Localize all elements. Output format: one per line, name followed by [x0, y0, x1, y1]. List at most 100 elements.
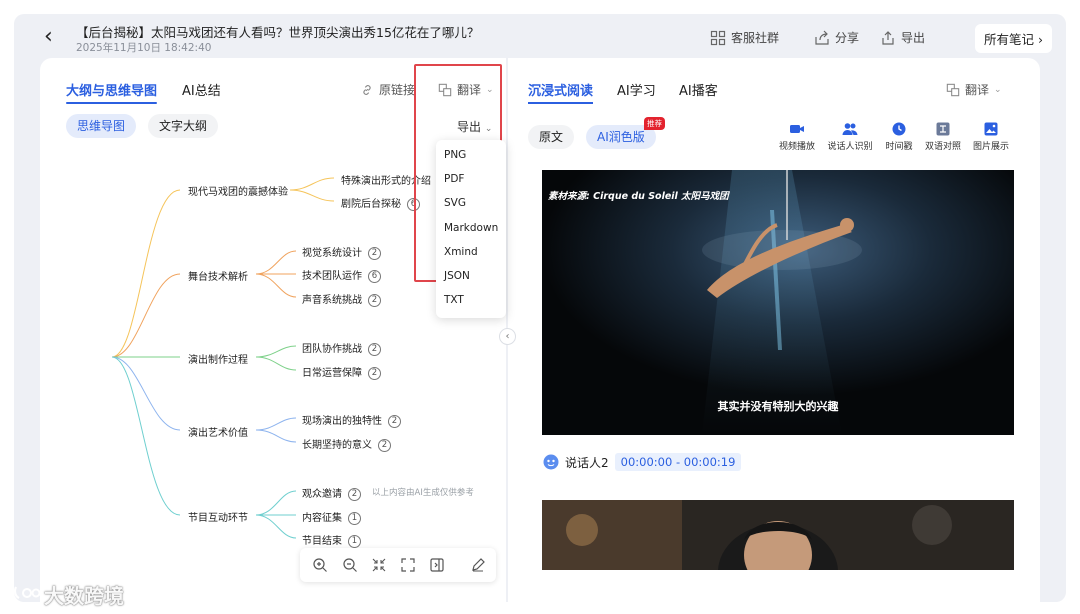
count-badge: 2 [368, 246, 381, 260]
fullscreen-icon[interactable] [400, 557, 416, 573]
count-badge: 1 [348, 511, 361, 525]
mindmap-node-label: 长期坚持的意义 [302, 440, 372, 451]
video-icon [790, 125, 804, 133]
count-badge: 2 [388, 414, 401, 428]
page-title: 【后台揭秘】太阳马戏团还有人看吗？世界顶尖演出秀15亿花在了哪儿？ [76, 25, 480, 40]
clock-icon [892, 122, 906, 136]
count-badge: 6 [368, 269, 381, 283]
mindmap-node[interactable]: 演出制作过程 [188, 351, 248, 366]
mindmap-node[interactable]: 日常运营保障 2 [302, 364, 381, 380]
image-display-tool[interactable]: 图片展示 [967, 122, 1015, 152]
video-play-tool[interactable]: 视频播放 [773, 122, 821, 152]
mindmap-node-label: 节目结束 [302, 536, 342, 547]
export-option-png[interactable]: PNG [444, 149, 466, 161]
mindmap-node[interactable]: 现场演出的独特性 2 [302, 412, 401, 428]
chevron-down-icon: ⌄ [484, 124, 493, 134]
source-link-label: 原链接 [379, 83, 416, 97]
original-text-pill[interactable]: 原文 [528, 125, 575, 149]
count-badge: 2 [348, 487, 361, 501]
export-button-label: 导出 [457, 120, 482, 134]
grid-icon [710, 30, 726, 45]
timestamp-tool[interactable]: 时间戳 [875, 122, 923, 152]
mindmap-node[interactable]: 长期坚持的意义 2 [302, 436, 391, 452]
link-icon [363, 84, 371, 95]
text-outline-pill[interactable]: 文字大纲 [148, 114, 219, 138]
mindmap-node[interactable]: 剧院后台探秘 6 [341, 195, 420, 211]
video-play-label: 视频播放 [778, 142, 815, 152]
tab-ai-summary[interactable]: AI总结 [182, 80, 221, 99]
mindmap-view-pill[interactable]: 思维导图 [66, 114, 137, 138]
mindmap-node[interactable]: 团队协作挑战 2 [302, 340, 381, 356]
mindmap-node[interactable]: 演出艺术价值 [188, 424, 248, 439]
tab-immersive-reading[interactable]: 沉浸式阅读 [528, 80, 594, 104]
service-group-button[interactable]: 客服社群 [710, 29, 779, 46]
mindmap-node[interactable]: 节目结束 1 [302, 532, 361, 548]
share-button[interactable]: 分享 [814, 29, 859, 46]
segment-timestamp[interactable]: 00:00:00 - 00:00:19 [614, 453, 742, 471]
people-icon [842, 123, 858, 135]
right-translate-button[interactable]: 翻译 ⌄ [946, 81, 1002, 98]
all-notes-label: 所有笔记 [984, 32, 1035, 47]
all-notes-button[interactable]: 所有笔记 › [975, 24, 1052, 53]
export-option-svg[interactable]: SVG [444, 197, 466, 209]
video-frame-image [542, 170, 1014, 435]
mindmap-node-label: 日常运营保障 [302, 368, 362, 379]
video-player[interactable]: 素材来源: Cirque du Soleil 太阳马戏团 其实并没有特别大的兴趣 [542, 170, 1014, 435]
count-badge: 2 [368, 342, 381, 356]
mindmap-node-label: 剧院后台探秘 [341, 199, 401, 210]
source-link-button[interactable]: 原链接 [360, 81, 415, 98]
mindmap-node[interactable]: 舞台技术解析 [188, 268, 248, 283]
tab-outline-mindmap[interactable]: 大纲与思维导图 [66, 80, 158, 104]
collapse-panel-button[interactable]: ‹ [499, 328, 516, 345]
mindmap-node[interactable]: 声音系统挑战 2 [302, 291, 381, 307]
bilingual-tool[interactable]: 双语对照 [919, 122, 967, 152]
mindmap-node-label: 观众邀请 [302, 489, 342, 500]
chevron-right-icon: › [1038, 32, 1043, 47]
bilingual-icon [936, 122, 950, 136]
back-arrow-icon[interactable]: ‹ [44, 26, 53, 48]
export-option-pdf[interactable]: PDF [444, 173, 464, 185]
fit-view-icon[interactable] [371, 557, 387, 573]
ai-disclaimer: 以上内容由AI生成仅供参考 [372, 488, 474, 498]
translate-icon [946, 83, 960, 96]
export-option-xmind[interactable]: Xmind [444, 246, 478, 258]
count-badge: 2 [378, 438, 391, 452]
export-option-json[interactable]: JSON [444, 270, 470, 282]
created-date: 2025年11月10日 18:42:40 [76, 42, 212, 54]
upload-icon [882, 30, 894, 45]
zoom-out-icon[interactable] [342, 557, 358, 573]
tab-ai-learning[interactable]: AI学习 [617, 80, 656, 99]
watermark: 大数跨境 [8, 580, 124, 609]
count-badge: 1 [348, 534, 361, 548]
speaker-id-tool[interactable]: 说话人识别 [826, 122, 874, 152]
edit-pen-icon[interactable] [470, 557, 486, 573]
mindmap-node-label: 技术团队运作 [302, 271, 362, 282]
speaker-avatar-icon [543, 454, 559, 470]
mindmap-node-label: 视觉系统设计 [302, 248, 362, 259]
mindmap-node[interactable]: 视觉系统设计 2 [302, 244, 381, 260]
header-export-button[interactable]: 导出 [880, 29, 925, 46]
zoom-in-icon[interactable] [312, 557, 328, 573]
mindmap-node[interactable]: 技术团队运作 6 [302, 267, 381, 283]
video-source-caption: 素材来源: Cirque du Soleil 太阳马戏团 [548, 191, 729, 202]
mindmap-node-label: 现场演出的独特性 [302, 416, 382, 427]
export-option-markdown[interactable]: Markdown [444, 222, 498, 234]
video-subtitle: 其实并没有特别大的兴趣 [717, 400, 839, 413]
speaker-row: 说话人2 00:00:00 - 00:00:19 [543, 453, 742, 471]
sidebar-toggle-icon[interactable] [429, 557, 445, 573]
watermark-text: 大数跨境 [44, 584, 124, 608]
mindmap-node[interactable]: 节目互动环节 [188, 509, 248, 524]
mindmap-toolbar [300, 548, 496, 582]
right-translate-label: 翻译 [965, 83, 990, 97]
share-label: 分享 [835, 31, 860, 45]
export-option-txt[interactable]: TXT [444, 294, 464, 306]
mindmap-node[interactable]: 内容征集 1 [302, 509, 361, 525]
export-button[interactable]: 导出 ⌄ [457, 118, 492, 135]
count-badge: 2 [368, 293, 381, 307]
mindmap-node[interactable]: 观众邀请 2 [302, 485, 361, 501]
mindmap-node[interactable]: 现代马戏团的震撼体验 [188, 183, 288, 198]
tab-ai-podcast[interactable]: AI播客 [679, 80, 718, 99]
timestamp-tool-label: 时间戳 [885, 142, 913, 152]
video-preview-second[interactable] [542, 500, 1014, 570]
chevron-down-icon: ⌄ [994, 84, 1002, 95]
